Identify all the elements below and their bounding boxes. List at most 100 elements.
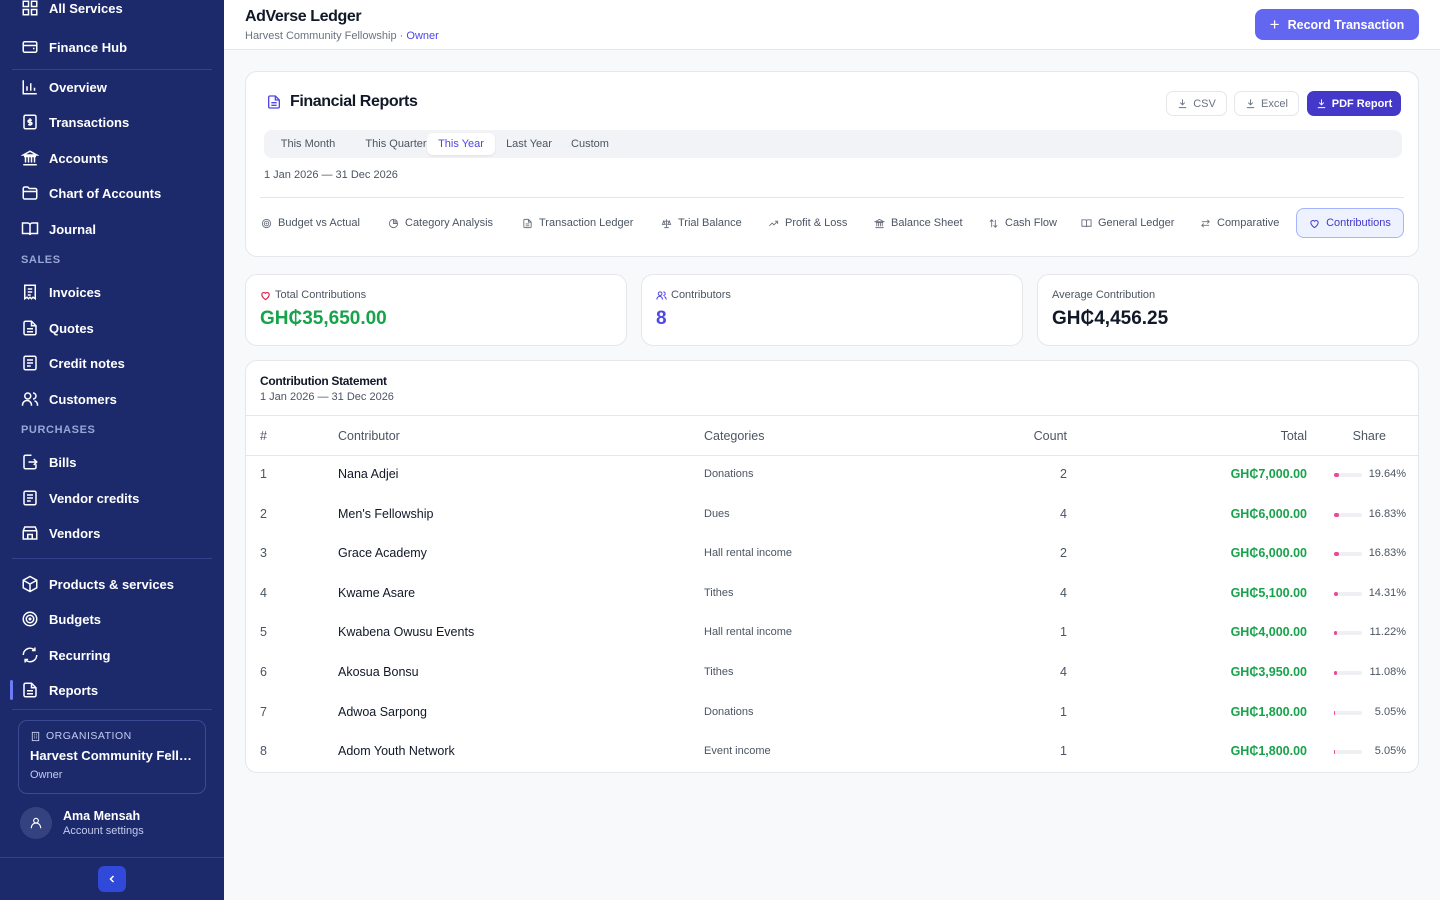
col-header-number: # bbox=[260, 429, 267, 443]
sidebar-item-quotes[interactable]: Quotes bbox=[12, 312, 212, 344]
users-icon bbox=[656, 290, 667, 300]
row-number: 7 bbox=[260, 704, 267, 719]
contributor-name: Kwabena Owusu Events bbox=[338, 625, 475, 640]
contributor-name: Nana Adjei bbox=[338, 467, 399, 481]
export-csv-button[interactable]: CSV bbox=[1166, 91, 1227, 116]
report-date-range: 1 Jan 2026 — 31 Dec 2026 bbox=[264, 169, 398, 181]
export-excel-button[interactable]: Excel bbox=[1234, 91, 1299, 116]
table-row[interactable]: 8 Adom Youth Network Event income 1 GH₵1,800… bbox=[246, 732, 1418, 772]
tab-balance-sheet[interactable]: Balance Sheet bbox=[874, 208, 963, 238]
row-number: 1 bbox=[260, 467, 267, 481]
tab-budget-vs-actual[interactable]: Budget vs Actual bbox=[261, 208, 360, 238]
table-row[interactable]: 2 Men's Fellowship Dues 4 GH₵6,000.00 16.83% bbox=[246, 495, 1418, 535]
share-percent: 5.05% bbox=[1374, 745, 1406, 758]
sidebar-item-label: Invoices bbox=[49, 284, 102, 300]
export-pdf-button[interactable]: PDF Report bbox=[1307, 91, 1401, 116]
tab-contributions[interactable]: Contributions bbox=[1296, 208, 1404, 238]
sidebar-item-label: Recurring bbox=[49, 647, 111, 663]
contributor-category: Event income bbox=[704, 745, 771, 758]
tab-trial-balance[interactable]: Trial Balance bbox=[661, 208, 742, 238]
col-header-categories: Categories bbox=[704, 429, 765, 443]
app-title: AdVerse Ledger bbox=[245, 8, 362, 25]
tab-comparative[interactable]: Comparative bbox=[1200, 208, 1279, 238]
table-row[interactable]: 1 Nana Adjei Donations 2 GH₵7,000.00 19.64% bbox=[246, 455, 1418, 495]
sidebar-item-transactions[interactable]: Transactions bbox=[12, 106, 212, 138]
sidebar-item-customers[interactable]: Customers bbox=[12, 383, 212, 415]
tab-cash-flow[interactable]: Cash Flow bbox=[988, 208, 1057, 238]
sidebar: All Services Finance Hub Overview Transa… bbox=[0, 0, 224, 900]
sidebar-item-invoices[interactable]: Invoices bbox=[12, 276, 212, 308]
sidebar-item-chart-of-accounts[interactable]: Chart of Accounts bbox=[12, 177, 212, 209]
contribution-count: 1 bbox=[1060, 625, 1067, 640]
period-selector: This Month This Quarter This Year Last Y… bbox=[264, 130, 1402, 158]
contribution-count: 4 bbox=[1060, 506, 1067, 521]
stat-label: Average Contribution bbox=[1052, 289, 1156, 301]
row-number: 5 bbox=[260, 625, 267, 640]
share-bar-fill bbox=[1334, 512, 1339, 517]
sidebar-item-accounts[interactable]: Accounts bbox=[12, 142, 212, 174]
period-this-quarter[interactable]: This Quarter bbox=[354, 133, 438, 155]
table-row[interactable]: 5 Kwabena Owusu Events Hall rental income 1… bbox=[246, 613, 1418, 653]
sidebar-item-all-services[interactable]: All Services bbox=[12, 0, 212, 24]
sidebar-item-label: All Services bbox=[49, 0, 123, 16]
table-row[interactable]: 6 Akosua Bonsu Tithes 4 GH₵3,950.00 11.08% bbox=[246, 653, 1418, 693]
contributor-category: Dues bbox=[704, 507, 730, 520]
contribution-statement-card: Contribution Statement 1 Jan 2026 — 31 D… bbox=[245, 360, 1419, 773]
collapse-sidebar-button[interactable] bbox=[98, 866, 126, 892]
contribution-count: 1 bbox=[1060, 704, 1067, 719]
sidebar-divider bbox=[12, 558, 212, 559]
sidebar-item-finance-hub[interactable]: Finance Hub bbox=[12, 31, 212, 63]
sidebar-item-journal[interactable]: Journal bbox=[12, 213, 212, 245]
tab-label: General Ledger bbox=[1098, 217, 1175, 229]
contributor-category: Hall rental income bbox=[704, 626, 793, 639]
share-percent: 11.08% bbox=[1369, 666, 1407, 678]
organisation-switcher[interactable]: ORGANISATION Harvest Community Fello... … bbox=[18, 720, 206, 794]
period-this-month[interactable]: This Month bbox=[266, 133, 350, 155]
swap-icon bbox=[1201, 219, 1210, 227]
contribution-count: 2 bbox=[1060, 467, 1067, 481]
tab-label: Contributions bbox=[1326, 217, 1391, 229]
sidebar-item-label: Finance Hub bbox=[49, 39, 128, 55]
tab-transaction-ledger[interactable]: Transaction Ledger bbox=[522, 208, 633, 238]
bank-icon bbox=[21, 150, 39, 166]
share-bar bbox=[1334, 552, 1362, 557]
tab-general-ledger[interactable]: General Ledger bbox=[1081, 208, 1174, 238]
sidebar-item-bills[interactable]: Bills bbox=[12, 446, 212, 478]
sidebar-item-products-services[interactable]: Products & services bbox=[12, 568, 212, 600]
row-number: 8 bbox=[260, 744, 267, 759]
organisation-label: Harvest Community Fellowship bbox=[245, 30, 397, 42]
record-transaction-button[interactable]: + Record Transaction bbox=[1255, 9, 1419, 40]
tab-category-analysis[interactable]: Category Analysis bbox=[388, 208, 493, 238]
account-settings[interactable]: Ama Mensah Account settings bbox=[20, 807, 144, 839]
document-lines-icon bbox=[23, 490, 37, 506]
col-header-share: Share bbox=[1352, 429, 1386, 443]
sidebar-item-budgets[interactable]: Budgets bbox=[12, 603, 212, 635]
period-custom[interactable]: Custom bbox=[564, 133, 616, 155]
user-icon bbox=[30, 817, 42, 829]
contributor-name: Adwoa Sarpong bbox=[338, 704, 427, 719]
share-bar-fill bbox=[1334, 473, 1340, 477]
tab-label: Comparative bbox=[1217, 217, 1280, 229]
folder-icon bbox=[22, 186, 38, 200]
organisation-role: Owner bbox=[30, 769, 63, 781]
period-last-year[interactable]: Last Year bbox=[498, 133, 560, 155]
tab-profit-loss[interactable]: Profit & Loss bbox=[768, 208, 847, 238]
sidebar-item-label: Journal bbox=[49, 221, 96, 237]
period-this-year[interactable]: This Year bbox=[427, 133, 495, 155]
sidebar-item-vendor-credits[interactable]: Vendor credits bbox=[12, 482, 212, 514]
table-row[interactable]: 7 Adwoa Sarpong Donations 1 GH₵1,800.00 5.05% bbox=[246, 693, 1418, 733]
contribution-count: 4 bbox=[1060, 585, 1067, 600]
table-row[interactable]: 3 Grace Academy Hall rental income 2 GH₵6,00… bbox=[246, 534, 1418, 574]
sidebar-item-overview[interactable]: Overview bbox=[12, 71, 212, 103]
table-row[interactable]: 4 Kwame Asare Tithes 4 GH₵5,100.00 14.31% bbox=[246, 574, 1418, 614]
sidebar-item-credit-notes[interactable]: Credit notes bbox=[12, 347, 212, 379]
sidebar-item-reports[interactable]: Reports bbox=[10, 674, 212, 706]
sidebar-item-vendors[interactable]: Vendors bbox=[12, 517, 212, 549]
sidebar-item-recurring[interactable]: Recurring bbox=[12, 639, 212, 671]
share-bar bbox=[1334, 710, 1362, 715]
sidebar-item-label: Credit notes bbox=[49, 355, 125, 371]
sidebar-item-label: Transactions bbox=[49, 114, 130, 130]
report-icon bbox=[268, 95, 280, 109]
sidebar-item-label: Customers bbox=[49, 391, 117, 407]
share-bar bbox=[1334, 671, 1362, 675]
